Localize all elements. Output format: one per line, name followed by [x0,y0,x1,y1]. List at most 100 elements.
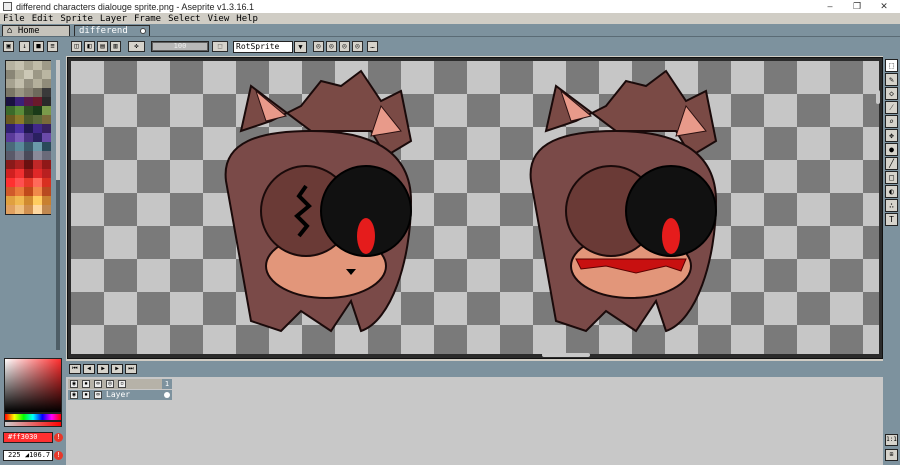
palette-swatch[interactable] [42,106,51,115]
palette-swatch[interactable] [6,205,15,214]
menu-file[interactable]: File [3,14,25,24]
bg-warning-icon[interactable]: ! [54,451,63,460]
zoom-tool-icon[interactable]: ⌕ [885,115,898,128]
palette-swatch[interactable] [42,178,51,187]
lock-icon[interactable]: ▣ [3,41,14,52]
palette-swatch[interactable] [33,88,42,97]
palette-swatch[interactable] [6,160,15,169]
opaque-icon[interactable]: ◧ [84,41,95,52]
palette-swatch[interactable] [24,178,33,187]
fg-warning-icon[interactable]: ! [54,433,63,442]
palette-swatch[interactable] [15,142,24,151]
palette-swatch[interactable] [15,151,24,160]
move-down-icon[interactable]: ↓ [19,41,30,52]
palette-swatch[interactable] [24,79,33,88]
scale-icon[interactable]: ◎ [339,41,350,52]
onion-skin-icon[interactable]: ◎ [106,380,114,388]
palette-swatch[interactable] [33,169,42,178]
palette-swatch[interactable] [42,88,51,97]
close-window-button[interactable]: ✕ [870,0,898,13]
eyedropper-tool-icon[interactable]: ⁄ [885,101,898,114]
menu-select[interactable]: Select [168,14,201,24]
layer-visibility-icon[interactable]: ◉ [70,391,78,399]
palette-swatch[interactable] [24,88,33,97]
palette-swatch[interactable] [15,169,24,178]
menu-help[interactable]: Help [236,14,258,24]
palette-swatch[interactable] [33,97,42,106]
palette-swatch[interactable] [33,178,42,187]
opacity-slider[interactable]: 100 [151,41,209,52]
palette-swatch[interactable] [42,133,51,142]
marquee-tool-icon[interactable]: ⬚ [885,59,898,72]
palette-swatch[interactable] [33,187,42,196]
palette-swatch[interactable] [6,178,15,187]
palette-swatch[interactable] [6,88,15,97]
skew-icon[interactable]: ◎ [352,41,363,52]
palette-swatch[interactable] [42,196,51,205]
grid-icon[interactable]: ⊞ [885,449,898,461]
palette-swatch[interactable] [42,160,51,169]
layer-lock-icon[interactable]: ▪ [82,391,90,399]
rotate-icon[interactable]: ◎ [326,41,337,52]
palette-swatch[interactable] [24,61,33,70]
palette-swatch[interactable] [33,205,42,214]
tab-home[interactable]: ⌂ Home [2,25,70,36]
hue-slider[interactable] [4,413,62,421]
palette-swatch[interactable] [33,61,42,70]
last-frame-icon[interactable]: ⏭ [125,364,137,374]
palette-swatch[interactable] [6,106,15,115]
next-frame-icon[interactable]: ▶ [111,364,123,374]
eraser-tool-icon[interactable]: ◇ [885,87,898,100]
palette-swatch[interactable] [6,151,15,160]
palette-swatch[interactable] [15,70,24,79]
sprite-canvas[interactable] [71,61,879,354]
palette-swatch[interactable] [15,205,24,214]
palette-swatch[interactable] [33,196,42,205]
palette-swatch[interactable] [15,106,24,115]
lock-layer-icon[interactable]: ▪ [82,380,90,388]
palette-swatch[interactable] [33,124,42,133]
palette-swatch[interactable] [42,97,51,106]
cel[interactable] [162,390,172,400]
flip-icon[interactable]: ◎ [313,41,324,52]
chevron-down-icon[interactable]: ▼ [294,41,307,53]
palette-swatch[interactable] [6,115,15,124]
palette-swatch[interactable] [15,133,24,142]
palette-swatch[interactable] [6,79,15,88]
palette-swatch[interactable] [15,79,24,88]
layer-row[interactable]: ◉ ▪ ∞ Layer [68,390,162,400]
fill-tool-icon[interactable]: ● [885,143,898,156]
palette-swatch[interactable] [24,205,33,214]
palette-swatch[interactable] [24,97,33,106]
palette-swatch[interactable] [33,79,42,88]
palette-swatch[interactable] [33,115,42,124]
palette-swatch[interactable] [24,151,33,160]
palette-swatch[interactable] [33,133,42,142]
contour-tool-icon[interactable]: ◐ [885,185,898,198]
menu-edit[interactable]: Edit [32,14,54,24]
rectangle-tool-icon[interactable]: □ [885,171,898,184]
play-icon[interactable]: ▶ [97,364,109,374]
palette-swatch[interactable] [6,70,15,79]
palette-swatch[interactable] [24,142,33,151]
palette-swatch[interactable] [33,151,42,160]
palette-swatch[interactable] [15,160,24,169]
tab-close-icon[interactable] [140,28,146,34]
foreground-color-button[interactable]: #ff3030 [3,432,53,443]
blur-tool-icon[interactable]: ∴ [885,199,898,212]
list-icon[interactable]: ≡ [47,41,58,52]
palette-swatch[interactable] [33,142,42,151]
palette-swatch[interactable] [24,106,33,115]
copy-icon[interactable]: ▤ [97,41,108,52]
palette-swatch[interactable] [6,124,15,133]
menu-view[interactable]: View [208,14,230,24]
line-tool-icon[interactable]: ╱ [885,157,898,170]
text-tool-icon[interactable]: T [885,213,898,226]
palette-swatch[interactable] [6,61,15,70]
menu-layer[interactable]: Layer [100,14,127,24]
visibility-icon[interactable]: ◉ [70,380,78,388]
pencil-tool-icon[interactable]: ✎ [885,73,898,86]
move-tool-icon[interactable]: ✥ [885,129,898,142]
first-frame-icon[interactable]: ⏮ [69,364,81,374]
palette-swatch[interactable] [42,151,51,160]
